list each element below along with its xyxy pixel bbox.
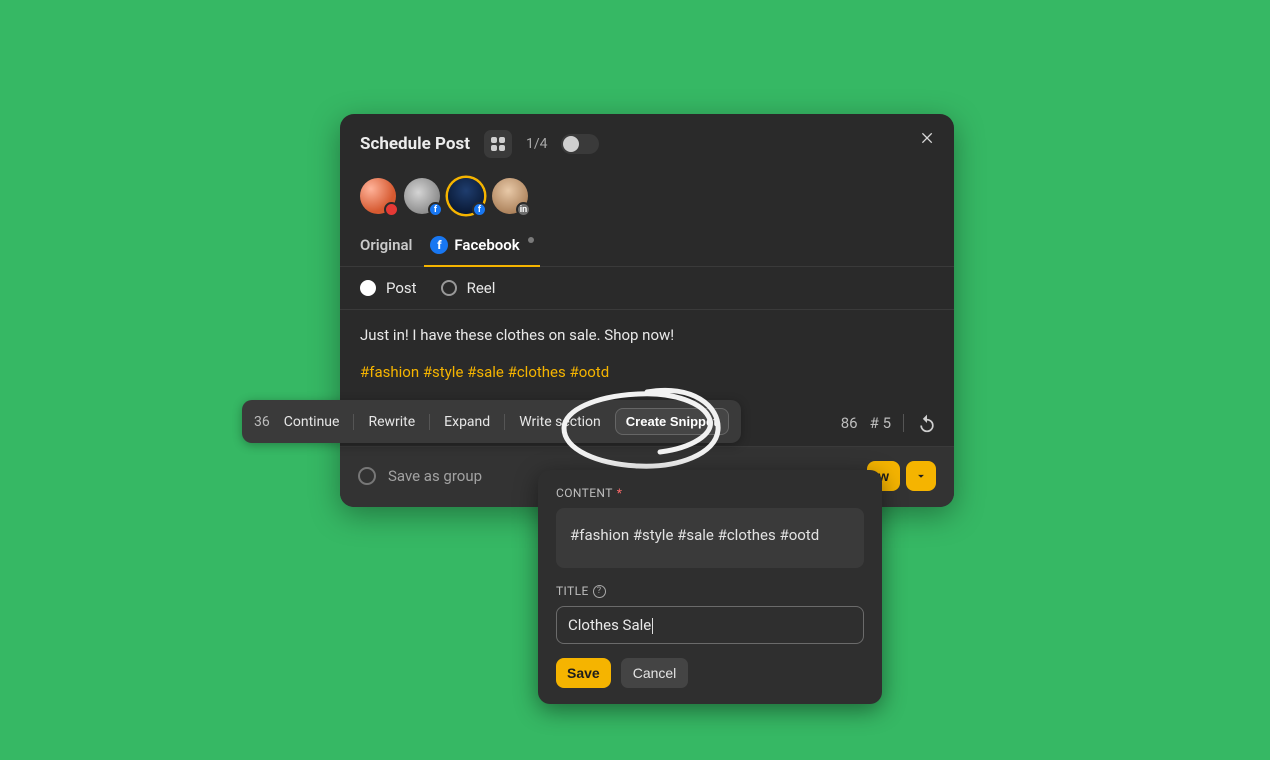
account-avatars: f f in <box>340 172 954 226</box>
snippet-content-value: #fashion #style #sale #clothes #ootd <box>570 526 819 544</box>
grid-icon <box>491 137 505 151</box>
save-as-group-label: Save as group <box>388 467 482 485</box>
snippet-content-box[interactable]: #fashion #style #sale #clothes #ootd <box>556 508 864 568</box>
hashtag-count: # 5 <box>870 414 891 432</box>
pinterest-badge-icon <box>384 202 399 217</box>
ai-rewrite[interactable]: Rewrite <box>368 414 415 430</box>
ai-write-section[interactable]: Write section <box>519 414 601 430</box>
post-hashtags: #fashion #style #sale #clothes #ootd <box>360 363 934 381</box>
divider <box>504 414 505 430</box>
tab-original[interactable]: Original <box>360 226 412 266</box>
content-label: CONTENT * <box>556 486 864 500</box>
tab-original-label: Original <box>360 236 412 254</box>
create-snippet-popover: CONTENT * #fashion #style #sale #clothes… <box>538 470 882 704</box>
account-avatar-3[interactable]: f <box>448 178 484 214</box>
divider <box>903 414 904 432</box>
primary-action-chevron[interactable] <box>906 461 936 491</box>
modal-title: Schedule Post <box>360 134 470 154</box>
close-icon[interactable] <box>916 126 940 150</box>
facebook-badge-icon: f <box>472 202 487 217</box>
selection-count: 36 <box>254 414 270 430</box>
post-editor[interactable]: Just in! I have these clothes on sale. S… <box>340 310 954 406</box>
page-counter: 1/4 <box>526 136 548 152</box>
network-tabs: Original f Facebook <box>340 226 954 267</box>
create-snippet-button[interactable]: Create Snippet <box>615 408 729 435</box>
facebook-badge-icon: f <box>428 202 443 217</box>
undo-icon[interactable] <box>916 412 938 434</box>
ai-toolbar: 36 Continue Rewrite Expand Write section… <box>242 400 741 443</box>
linkedin-badge-icon: in <box>516 202 531 217</box>
ai-expand[interactable]: Expand <box>444 414 490 430</box>
post-body-text: Just in! I have these clothes on sale. S… <box>360 324 934 347</box>
save-button[interactable]: Save <box>556 658 611 688</box>
help-icon[interactable]: ? <box>593 585 606 598</box>
layout-grid-button[interactable] <box>484 130 512 158</box>
post-type-post[interactable]: Post <box>360 279 417 297</box>
snippet-title-input[interactable]: Clothes Sale <box>556 606 864 644</box>
ai-continue[interactable]: Continue <box>284 414 340 430</box>
multi-post-toggle[interactable] <box>561 134 599 154</box>
post-type-post-label: Post <box>386 279 417 297</box>
account-avatar-4[interactable]: in <box>492 178 528 214</box>
title-label: TITLE ? <box>556 584 864 598</box>
divider <box>353 414 354 430</box>
post-type-reel[interactable]: Reel <box>441 279 496 297</box>
account-avatar-2[interactable]: f <box>404 178 440 214</box>
cancel-button[interactable]: Cancel <box>621 658 689 688</box>
post-type-reel-label: Reel <box>467 279 496 297</box>
schedule-post-modal: Schedule Post 1/4 f f in Original f Face… <box>340 114 954 507</box>
char-count: 86 <box>841 414 858 432</box>
post-type-row: Post Reel <box>340 267 954 310</box>
tab-facebook[interactable]: f Facebook <box>430 226 533 266</box>
snippet-title-value: Clothes Sale <box>568 616 651 634</box>
tab-indicator-dot <box>528 237 534 243</box>
facebook-icon: f <box>430 236 448 254</box>
save-as-group[interactable]: Save as group <box>358 467 482 485</box>
account-avatar-1[interactable] <box>360 178 396 214</box>
modal-header: Schedule Post 1/4 <box>340 114 954 172</box>
tab-facebook-label: Facebook <box>454 236 519 254</box>
divider <box>429 414 430 430</box>
